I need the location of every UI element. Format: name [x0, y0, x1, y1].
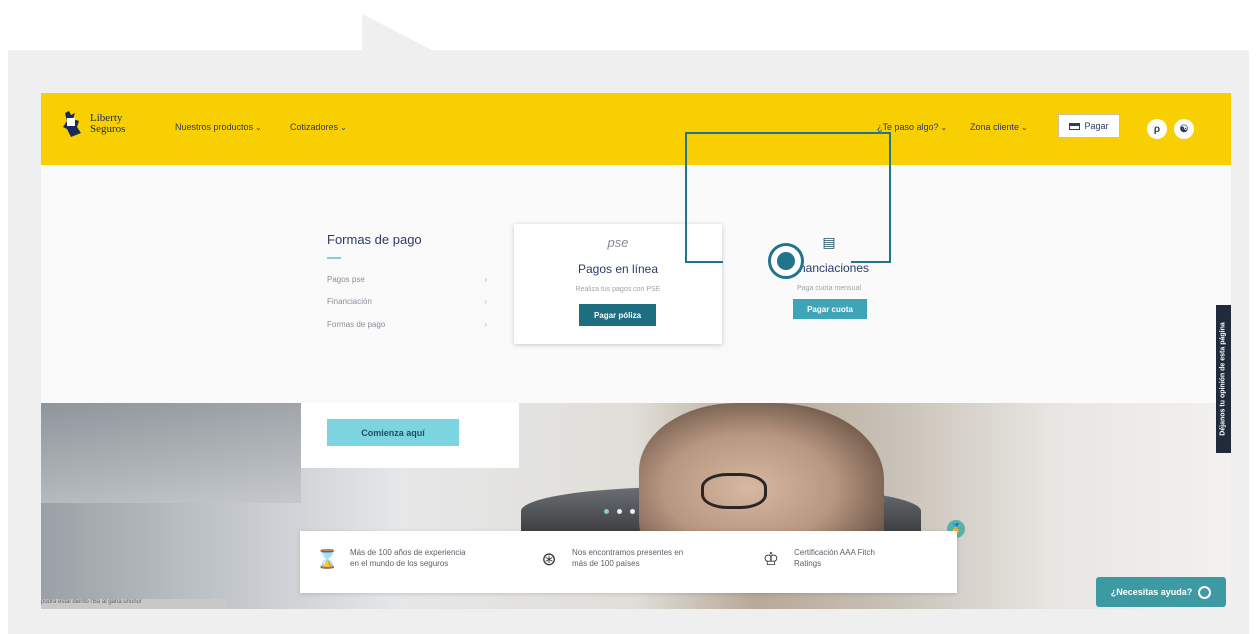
section-title: Formas de pago — [327, 232, 422, 247]
bottom-footnote: podrá estal diento l'Ba al gana ununur — [41, 599, 226, 609]
info-item-certificacion: ♔ Certificación AAA Fitch Ratings — [760, 547, 875, 571]
info-line: Nos encontramos presentes en — [572, 548, 684, 557]
chevron-right-icon: › — [484, 275, 487, 284]
search-button[interactable]: ρ — [1147, 119, 1167, 139]
credit-card-icon — [1069, 122, 1081, 130]
info-text: Nos encontramos presentes en más de 100 … — [572, 547, 683, 569]
pagar-button[interactable]: Pagar — [1058, 114, 1120, 138]
search-icon: ρ — [1153, 123, 1161, 135]
chevron-right-icon: › — [484, 320, 487, 329]
nav-cotizadores[interactable]: Cotizadores ⌄ — [290, 122, 347, 132]
card-subtitle: Realiza tus pagos con PSE — [575, 286, 661, 293]
hourglass-icon: ⌛ — [316, 549, 339, 569]
carousel-dot[interactable] — [630, 509, 635, 514]
info-line: Certificación AAA Fitch — [794, 548, 875, 557]
info-line: Ratings — [794, 559, 822, 568]
pagar-label: Pagar — [1084, 121, 1109, 131]
menu-item-financiacion[interactable]: Financiación › — [327, 297, 487, 306]
globe-icon: ⊛ — [541, 549, 557, 569]
logo-line2: Seguros — [90, 123, 126, 135]
hero-background-shade — [41, 403, 301, 503]
chevron-down-icon: ⌄ — [340, 123, 347, 132]
menu-item-label: Formas de pago — [327, 320, 386, 329]
browser-tab-shape — [362, 14, 432, 50]
card-subtitle: Paga cuota mensual — [797, 285, 861, 292]
lifebuoy-icon — [1198, 585, 1212, 599]
feedback-label: Déjanos tu opinión de esta página — [1219, 322, 1227, 436]
menu-item-pagos-pse[interactable]: Pagos pse › — [327, 275, 487, 284]
nav-zona-cliente[interactable]: Zona cliente ⌄ — [970, 122, 1028, 132]
pagar-poliza-button[interactable]: Pagar póliza — [579, 304, 656, 326]
highlight-frame-bottom-right — [851, 261, 891, 263]
hero-banner: Comienza aquí 🏅 ⌛ Más de 100 años de exp… — [41, 403, 1231, 609]
payment-dropdown-panel: Formas de pago Pagos pse › Financiación … — [41, 165, 1231, 403]
menu-item-label: Pagos pse — [327, 275, 365, 284]
card-title: Pagos en línea — [577, 262, 659, 276]
chevron-down-icon: ⌄ — [1021, 123, 1028, 132]
chevron-down-icon: ⌄ — [255, 123, 262, 132]
info-line: Más de 100 años de experiencia — [350, 548, 466, 557]
web-page: Liberty Seguros Nuestros productos ⌄ Coti… — [41, 93, 1231, 609]
menu-item-formas-de-pago[interactable]: Formas de pago › — [327, 320, 487, 329]
statue-of-liberty-icon — [63, 111, 81, 137]
title-underline — [327, 257, 341, 259]
award-icon: ♔ — [762, 549, 780, 569]
info-line: más de 100 países — [572, 559, 640, 568]
nav-label: Zona cliente — [970, 122, 1020, 132]
chevron-right-icon: › — [484, 297, 487, 306]
menu-item-label: Financiación — [327, 297, 372, 306]
info-item-experiencia: ⌛ Más de 100 años de experiencia en el m… — [316, 547, 466, 571]
carousel-dot[interactable] — [617, 509, 622, 514]
hero-glasses-image — [701, 473, 767, 509]
click-target-indicator — [768, 243, 804, 279]
pagar-cuota-button[interactable]: Pagar cuota — [793, 299, 867, 319]
necesitas-ayuda-button[interactable]: ¿Necesitas ayuda? — [1096, 577, 1226, 607]
info-item-paises: ⊛ Nos encontramos presentes en más de 10… — [538, 547, 683, 571]
nav-label: Nuestros productos — [175, 122, 254, 132]
accessibility-icon: ☯ — [1179, 123, 1189, 135]
nav-label: Cotizadores — [290, 122, 339, 132]
info-text: Certificación AAA Fitch Ratings — [794, 547, 875, 569]
info-line: en el mundo de los seguros — [350, 559, 449, 568]
carousel-dot[interactable] — [604, 509, 609, 514]
info-bar: ⌛ Más de 100 años de experiencia en el m… — [300, 531, 957, 593]
card-title: Financiaciones — [788, 261, 870, 275]
nav-label: ¿Te paso algo? — [877, 122, 939, 132]
accessibility-button[interactable]: ☯ — [1174, 119, 1194, 139]
chevron-down-icon: ⌄ — [940, 123, 948, 132]
feedback-side-tab[interactable]: Déjanos tu opinión de esta página — [1216, 305, 1231, 453]
info-text: Más de 100 años de experiencia en el mun… — [350, 547, 466, 569]
help-label: ¿Necesitas ayuda? — [1110, 587, 1193, 597]
nav-te-paso-algo[interactable]: ¿Te paso algo? ⌄ — [877, 122, 947, 132]
top-navbar: Liberty Seguros Nuestros productos ⌄ Coti… — [41, 93, 1231, 165]
carousel-dots — [604, 509, 635, 514]
comienza-aqui-button[interactable]: Comienza aquí — [327, 419, 459, 446]
logo-text: Liberty Seguros — [90, 113, 125, 135]
liberty-logo[interactable]: Liberty Seguros — [61, 109, 125, 139]
nav-nuestros-productos[interactable]: Nuestros productos ⌄ — [175, 122, 262, 132]
highlight-frame-bottom-left — [685, 261, 723, 263]
